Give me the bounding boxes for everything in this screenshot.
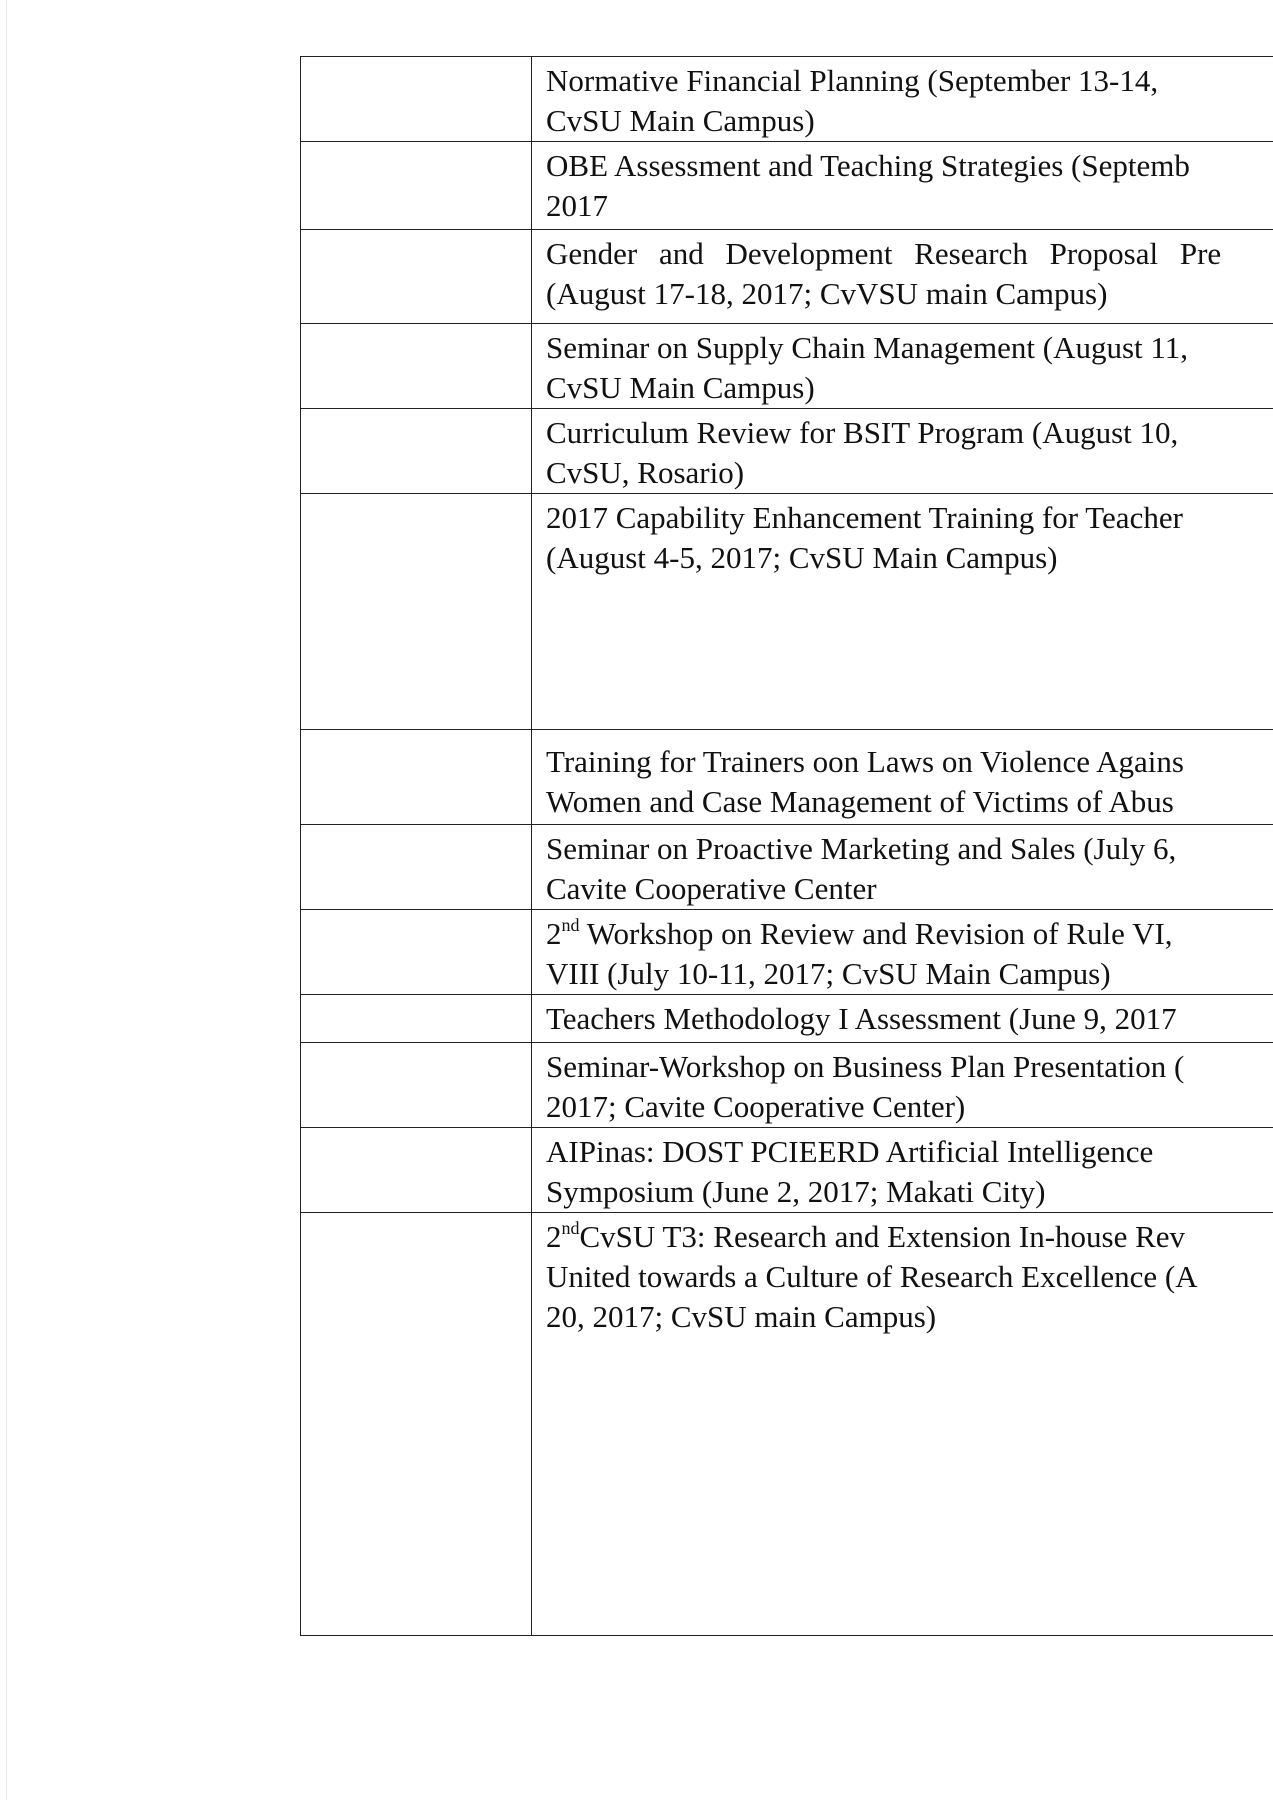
empty-cell bbox=[300, 994, 532, 1043]
entry-line: Seminar on Proactive Marketing and Sales… bbox=[546, 831, 1177, 866]
empty-cell bbox=[300, 141, 532, 230]
empty-cell bbox=[300, 909, 532, 995]
entry-line: CvSU, Rosario) bbox=[546, 455, 745, 490]
table-row: Normative Financial Planning (September … bbox=[300, 56, 1273, 142]
empty-cell bbox=[300, 1127, 532, 1213]
entry-cell: Seminar-Workshop on Business Plan Presen… bbox=[531, 1042, 1273, 1128]
scan-edge bbox=[6, 0, 7, 1800]
entry-line: 20, 2017; CvSU main Campus) bbox=[546, 1299, 937, 1334]
entry-text: Teachers Methodology I Assessment (June … bbox=[546, 999, 1273, 1039]
entry-cell: OBE Assessment and Teaching Strategies (… bbox=[531, 141, 1273, 230]
entry-text: Curriculum Review for BSIT Program (Augu… bbox=[546, 413, 1273, 493]
entry-cell: Gender and Development Research Proposal… bbox=[531, 229, 1273, 324]
empty-cell bbox=[300, 824, 532, 910]
empty-cell bbox=[300, 229, 532, 324]
table-row: Gender and Development Research Proposal… bbox=[300, 229, 1273, 324]
empty-cell bbox=[300, 1042, 532, 1128]
table-row: 2nd Workshop on Review and Revision of R… bbox=[300, 909, 1273, 995]
entry-line: (August 4-5, 2017; CvSU Main Campus) bbox=[546, 540, 1058, 575]
entry-cell: 2ndCvSU T3: Research and Extension In-ho… bbox=[531, 1212, 1273, 1636]
entry-cell: Normative Financial Planning (September … bbox=[531, 56, 1273, 142]
table-row: Curriculum Review for BSIT Program (Augu… bbox=[300, 408, 1273, 494]
table-row: AIPinas: DOST PCIEERD Artificial Intelli… bbox=[300, 1127, 1273, 1213]
entry-line: 2nd Workshop on Review and Revision of R… bbox=[546, 914, 1273, 954]
ordinal-suffix: nd bbox=[561, 915, 580, 935]
table-row: Training for Trainers oon Laws on Violen… bbox=[300, 729, 1273, 825]
entry-text: 2ndCvSU T3: Research and Extension In-ho… bbox=[546, 1217, 1273, 1337]
empty-cell bbox=[300, 493, 532, 730]
entry-cell: Seminar on Supply Chain Management (Augu… bbox=[531, 323, 1273, 409]
empty-cell bbox=[300, 408, 532, 494]
entry-text: Normative Financial Planning (September … bbox=[546, 61, 1273, 141]
entry-cell: Seminar on Proactive Marketing and Sales… bbox=[531, 824, 1273, 910]
ordinal-suffix: nd bbox=[561, 1218, 580, 1238]
entry-text: Seminar-Workshop on Business Plan Presen… bbox=[546, 1047, 1273, 1127]
table-row: OBE Assessment and Teaching Strategies (… bbox=[300, 141, 1273, 230]
ordinal-number: 2 bbox=[546, 1219, 562, 1254]
entry-line: Cavite Cooperative Center bbox=[546, 871, 877, 906]
entry-line: Symposium (June 2, 2017; Makati City) bbox=[546, 1174, 1046, 1209]
empty-cell bbox=[300, 323, 532, 409]
entry-line: 2017 bbox=[546, 188, 608, 223]
table-row: 2ndCvSU T3: Research and Extension In-ho… bbox=[300, 1212, 1273, 1636]
entry-line-rest: CvSU T3: Research and Extension In-house… bbox=[579, 1219, 1186, 1254]
table-row: Seminar on Supply Chain Management (Augu… bbox=[300, 323, 1273, 409]
entry-line: OBE Assessment and Teaching Strategies (… bbox=[546, 148, 1190, 183]
table-row: 2017 Capability Enhancement Training for… bbox=[300, 493, 1273, 730]
table-row: Seminar on Proactive Marketing and Sales… bbox=[300, 824, 1273, 910]
entry-line: CvSU Main Campus) bbox=[546, 103, 815, 138]
entry-line: (August 17-18, 2017; CvVSU main Campus) bbox=[546, 276, 1108, 311]
table-row: Teachers Methodology I Assessment (June … bbox=[300, 994, 1273, 1043]
entry-line: Normative Financial Planning (September … bbox=[546, 63, 1159, 98]
entry-text: Seminar on Supply Chain Management (Augu… bbox=[546, 328, 1273, 408]
entry-text: AIPinas: DOST PCIEERD Artificial Intelli… bbox=[546, 1132, 1273, 1212]
entry-line-rest: Workshop on Review and Revision of Rule … bbox=[579, 916, 1173, 951]
entry-line: United towards a Culture of Research Exc… bbox=[546, 1259, 1198, 1294]
entry-line: VIII (July 10-11, 2017; CvSU Main Campus… bbox=[546, 956, 1111, 991]
entry-line: Gender and Development Research Proposal… bbox=[546, 236, 1222, 271]
entry-line: Curriculum Review for BSIT Program (Augu… bbox=[546, 415, 1179, 450]
entry-cell: 2017 Capability Enhancement Training for… bbox=[531, 493, 1273, 730]
entry-line: 2017 Capability Enhancement Training for… bbox=[546, 500, 1183, 535]
entry-cell: Teachers Methodology I Assessment (June … bbox=[531, 994, 1273, 1043]
entry-text: 2nd Workshop on Review and Revision of R… bbox=[546, 914, 1273, 994]
entry-line: Seminar-Workshop on Business Plan Presen… bbox=[546, 1049, 1185, 1084]
entry-text: 2017 Capability Enhancement Training for… bbox=[546, 498, 1273, 578]
entry-line: Women and Case Management of Victims of … bbox=[546, 784, 1174, 819]
entry-line: 2ndCvSU T3: Research and Extension In-ho… bbox=[546, 1217, 1273, 1257]
entry-text: Gender and Development Research Proposal… bbox=[546, 234, 1273, 314]
entry-line: AIPinas: DOST PCIEERD Artificial Intelli… bbox=[546, 1134, 1154, 1169]
entry-cell: 2nd Workshop on Review and Revision of R… bbox=[531, 909, 1273, 995]
empty-cell bbox=[300, 729, 532, 825]
entry-text: Training for Trainers oon Laws on Violen… bbox=[546, 742, 1273, 822]
ordinal-number: 2 bbox=[546, 916, 562, 951]
table-row: Seminar-Workshop on Business Plan Presen… bbox=[300, 1042, 1273, 1128]
training-table: Normative Financial Planning (September … bbox=[300, 56, 1273, 1636]
entry-text: OBE Assessment and Teaching Strategies (… bbox=[546, 146, 1273, 226]
entry-line: Training for Trainers oon Laws on Violen… bbox=[546, 744, 1184, 779]
empty-cell bbox=[300, 1212, 532, 1636]
empty-cell bbox=[300, 56, 532, 142]
entry-text: Seminar on Proactive Marketing and Sales… bbox=[546, 829, 1273, 909]
entry-line: CvSU Main Campus) bbox=[546, 370, 815, 405]
entry-cell: Curriculum Review for BSIT Program (Augu… bbox=[531, 408, 1273, 494]
entry-cell: Training for Trainers oon Laws on Violen… bbox=[531, 729, 1273, 825]
entry-line: Seminar on Supply Chain Management (Augu… bbox=[546, 330, 1189, 365]
entry-line: 2017; Cavite Cooperative Center) bbox=[546, 1089, 966, 1124]
entry-line: Teachers Methodology I Assessment (June … bbox=[546, 1001, 1177, 1036]
entry-cell: AIPinas: DOST PCIEERD Artificial Intelli… bbox=[531, 1127, 1273, 1213]
